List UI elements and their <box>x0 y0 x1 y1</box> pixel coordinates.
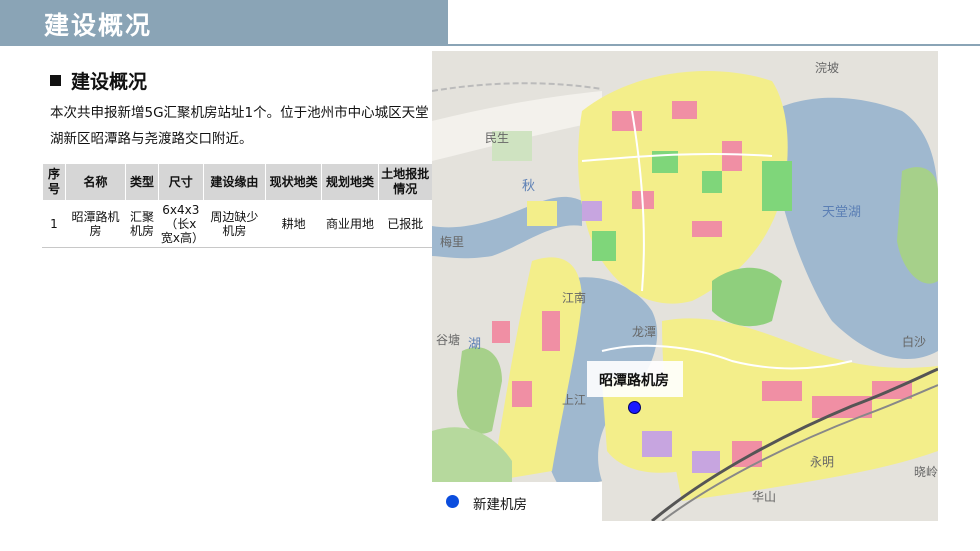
title-divider <box>448 44 980 46</box>
map-place-label: 晓岭 <box>914 465 938 479</box>
map-place-label: 白沙 <box>902 335 927 349</box>
section-heading: 建设概况 <box>50 67 147 94</box>
table-cell: 已报批 <box>377 200 434 248</box>
legend-dot-icon <box>446 495 459 508</box>
map-place-label: 江南 <box>562 291 587 305</box>
site-callout-label: 昭潭路机房 <box>599 373 669 389</box>
table-header: 类型 <box>125 163 159 201</box>
map-place-label: 秋 <box>522 179 536 194</box>
table-header: 序号 <box>42 163 66 201</box>
table-header: 名称 <box>64 163 127 201</box>
table-cell: 周边缺少机房 <box>202 200 266 248</box>
map-place-label: 天堂湖 <box>822 205 862 220</box>
table-cell: 昭潭路机房 <box>64 200 127 248</box>
table-header: 规划地类 <box>321 163 379 201</box>
site-callout: 昭潭路机房 <box>587 361 683 397</box>
section-heading-text: 建设概况 <box>71 71 148 93</box>
map-legend: 新建机房 <box>432 482 602 521</box>
map-place-label: 梅里 <box>440 235 465 249</box>
map-place-label: 谷塘 <box>436 333 461 347</box>
site-info-table: 序号 名称 类型 尺寸 建设缘由 现状地类 规划地类 土地报批情况 1 昭潭路机… <box>42 163 434 248</box>
page-title: 建设概况 <box>44 11 153 40</box>
site-location-marker[interactable] <box>628 401 641 414</box>
table-header: 建设缘由 <box>202 163 266 201</box>
section-description: 本次共申报新增5G汇聚机房站址1个。位于池州市中心城区天堂湖新区昭潭路与尧渡路交… <box>50 105 429 147</box>
map-place-label: 永明 <box>810 455 835 469</box>
table-header-row: 序号 名称 类型 尺寸 建设缘由 现状地类 规划地类 土地报批情况 <box>42 163 434 201</box>
planning-map: 浣坡 民生 秋 梅里 谷塘 湖 江南 上江 龙潭 永明 晓岭 华山 白沙 天堂湖… <box>432 51 938 521</box>
map-drawing <box>432 51 938 521</box>
title-bar: 建设概况 <box>0 0 448 46</box>
square-bullet-icon <box>50 75 61 86</box>
map-place-label: 上江 <box>562 393 587 407</box>
map-place-label: 浣坡 <box>815 61 840 75</box>
map-place-label: 华山 <box>752 490 777 504</box>
table-cell: 1 <box>42 200 66 248</box>
legend-label: 新建机房 <box>473 497 527 513</box>
table-header: 土地报批情况 <box>377 163 434 201</box>
table-cell: 汇聚机房 <box>125 200 159 248</box>
map-place-label: 龙潭 <box>632 325 657 339</box>
table-header: 尺寸 <box>157 163 204 201</box>
table-row: 1 昭潭路机房 汇聚机房 6x4x3（长x宽x高） 周边缺少机房 耕地 商业用地… <box>42 200 434 248</box>
table-cell: 耕地 <box>264 200 323 248</box>
table-cell: 6x4x3（长x宽x高） <box>157 200 204 248</box>
map-place-label: 湖 <box>468 337 482 352</box>
table-header: 现状地类 <box>264 163 323 201</box>
map-place-label: 民生 <box>485 131 510 145</box>
table-cell: 商业用地 <box>321 200 379 248</box>
